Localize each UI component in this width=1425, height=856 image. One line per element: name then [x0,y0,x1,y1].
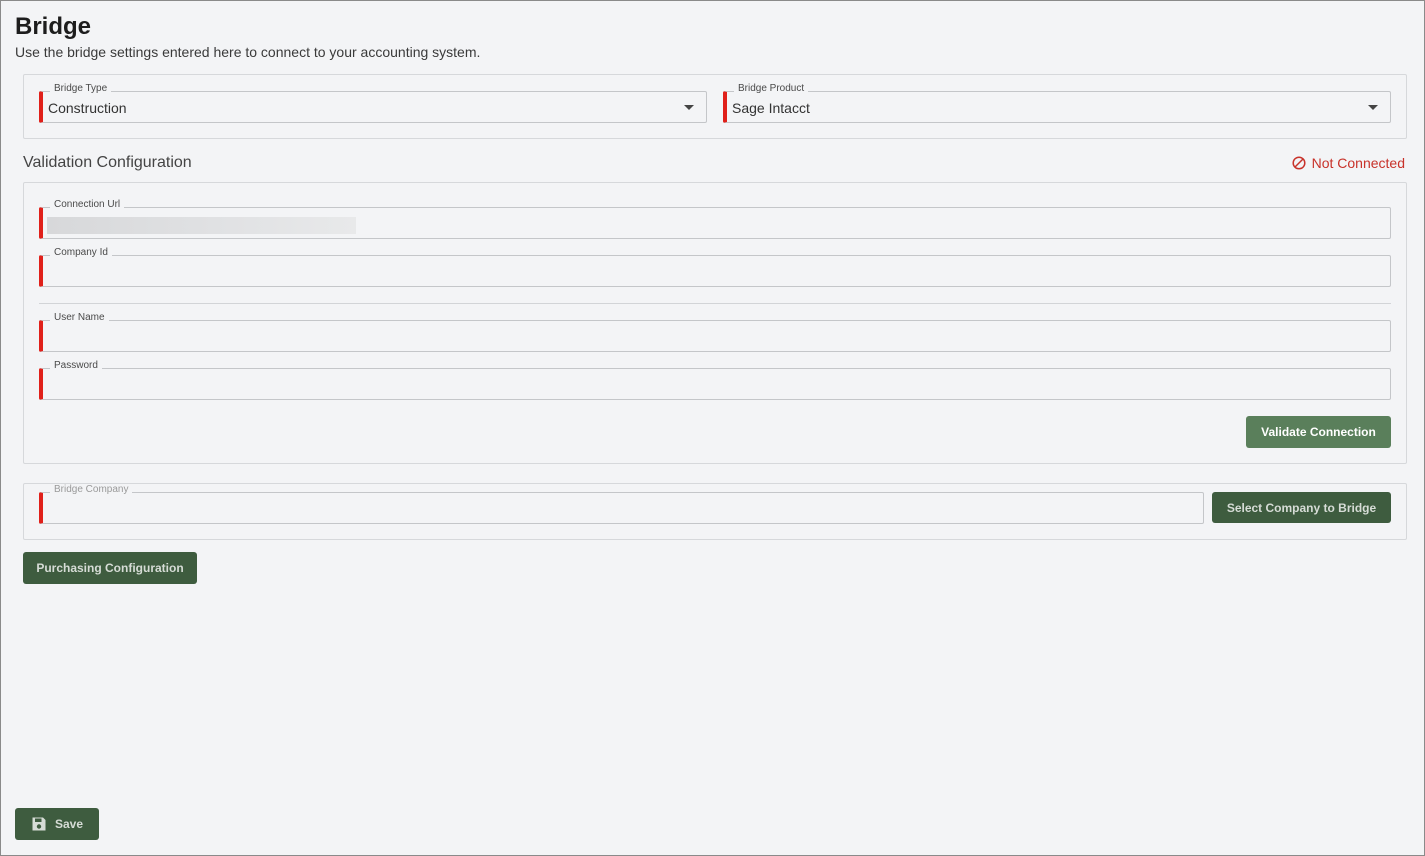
chevron-down-icon[interactable] [1368,105,1378,110]
user-name-field[interactable]: User Name [39,312,1391,352]
save-button[interactable]: Save [15,808,99,840]
bridge-product-select[interactable]: Bridge Product Sage Intacct [723,83,1391,123]
connection-url-label: Connection Url [50,199,125,211]
validation-heading: Validation Configuration [23,154,192,171]
redacted-connection-url [47,217,356,234]
company-id-field[interactable]: Company Id [39,247,1391,287]
bridge-product-value: Sage Intacct [732,100,810,116]
purchasing-configuration-button[interactable]: Purchasing Configuration [23,552,197,584]
company-id-label: Company Id [50,247,112,259]
password-label: Password [50,360,102,372]
bridge-type-label: Bridge Type [50,83,112,95]
select-company-button[interactable]: Select Company to Bridge [1212,492,1391,523]
bridge-settings-page: Bridge Use the bridge settings entered h… [0,0,1425,856]
bridge-product-label: Bridge Product [734,83,809,95]
password-field[interactable]: Password [39,360,1391,400]
page-subtitle: Use the bridge settings entered here to … [15,44,481,60]
floppy-disk-icon [32,817,46,831]
validate-connection-button[interactable]: Validate Connection [1246,416,1391,448]
save-label: Save [54,817,84,831]
bridge-company-field[interactable]: Bridge Company [39,484,1204,524]
page-title: Bridge [15,13,92,40]
divider [39,303,1391,304]
connection-status-text: Not Connected [1311,155,1405,171]
bridge-company-label: Bridge Company [50,484,133,496]
user-name-label: User Name [50,312,109,324]
bridge-type-value: Construction [48,100,127,116]
connection-url-field[interactable]: Connection Url [39,199,1391,239]
not-allowed-icon [1292,156,1306,170]
chevron-down-icon[interactable] [684,105,694,110]
connection-status: Not Connected [1292,155,1405,171]
bridge-type-select[interactable]: Bridge Type Construction [39,83,707,123]
